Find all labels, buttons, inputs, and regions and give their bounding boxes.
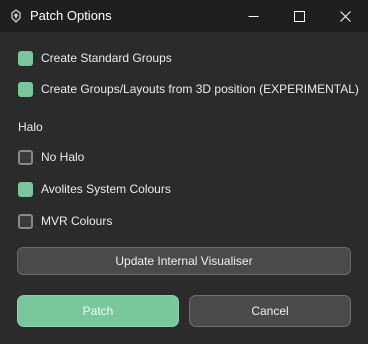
- checkbox-label: Create Standard Groups: [41, 51, 172, 65]
- close-icon: [339, 10, 351, 22]
- checkbox-unchecked-icon[interactable]: [18, 213, 33, 229]
- checkbox-unchecked-icon[interactable]: [18, 149, 33, 165]
- update-internal-visualiser-button[interactable]: Update Internal Visualiser: [17, 247, 351, 275]
- checkbox-label: No Halo: [41, 150, 85, 164]
- patch-button[interactable]: Patch: [17, 295, 179, 327]
- checkbox-checked-icon[interactable]: [18, 81, 33, 97]
- minimize-icon: [248, 11, 259, 22]
- app-logo-icon: [10, 9, 22, 23]
- minimize-button[interactable]: [230, 0, 276, 32]
- create-standard-groups-checkbox[interactable]: Create Standard Groups: [18, 49, 172, 67]
- maximize-button[interactable]: [276, 0, 322, 32]
- create-groups-layouts-3d-checkbox[interactable]: Create Groups/Layouts from 3D position (…: [18, 80, 359, 98]
- avolites-system-colours-checkbox[interactable]: Avolites System Colours: [18, 180, 171, 198]
- cancel-button[interactable]: Cancel: [189, 295, 351, 327]
- window-title: Patch Options: [30, 8, 112, 23]
- mvr-colours-checkbox[interactable]: MVR Colours: [18, 212, 112, 230]
- checkbox-label: Avolites System Colours: [41, 182, 171, 196]
- checkbox-checked-icon[interactable]: [18, 181, 33, 197]
- checkbox-label: Create Groups/Layouts from 3D position (…: [41, 82, 359, 96]
- close-button[interactable]: [322, 0, 368, 32]
- no-halo-checkbox[interactable]: No Halo: [18, 148, 84, 166]
- halo-section-label: Halo: [18, 120, 43, 134]
- patch-options-dialog: Patch Options Create Standard Groups Cre…: [0, 0, 368, 344]
- title-bar[interactable]: Patch Options: [0, 0, 368, 32]
- checkbox-label: MVR Colours: [41, 214, 113, 228]
- maximize-icon: [293, 10, 305, 22]
- checkbox-checked-icon[interactable]: [18, 50, 33, 66]
